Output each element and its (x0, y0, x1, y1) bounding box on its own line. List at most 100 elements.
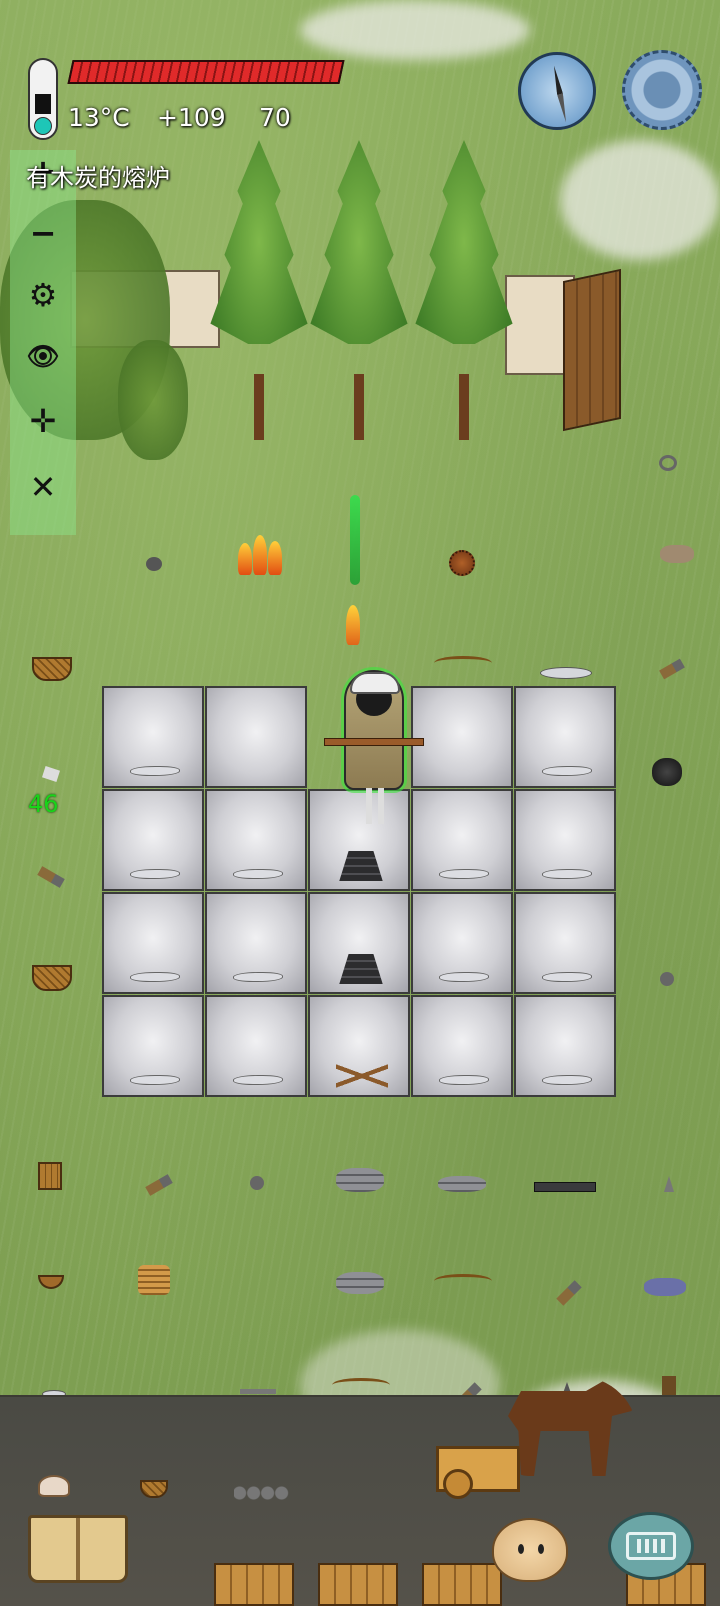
stick[interactable] (240, 1389, 276, 1394)
wooden-gate[interactable] (563, 268, 621, 432)
flint-chip (130, 1075, 180, 1085)
keyboard-icon (626, 1532, 676, 1560)
campfire[interactable] (236, 525, 284, 575)
floor-tile[interactable] (514, 789, 616, 891)
clothing[interactable] (644, 1278, 686, 1296)
flint-chip (542, 869, 592, 879)
compass-needle-icon (551, 65, 569, 123)
floor-tile[interactable] (102, 995, 204, 1097)
horse-cart[interactable] (436, 1446, 520, 1499)
floor-tile[interactable] (514, 892, 616, 994)
round-stone[interactable] (146, 557, 162, 571)
hammer[interactable] (659, 658, 685, 680)
flint-chip (542, 766, 592, 776)
floor-tile[interactable] (308, 995, 410, 1097)
thermometer-bulb (34, 117, 52, 135)
fog-patch (300, 0, 530, 60)
compass-button[interactable] (518, 52, 596, 130)
emote-button[interactable] (492, 1518, 568, 1582)
floor-tile[interactable] (411, 789, 513, 891)
emote-eye (538, 1544, 544, 1554)
iron-bar[interactable] (534, 1182, 596, 1192)
bow-drill[interactable] (434, 656, 492, 670)
stone-tip[interactable] (664, 1176, 674, 1192)
pine-tree[interactable] (305, 140, 413, 440)
keyboard-chat-button[interactable] (608, 1512, 694, 1580)
round-stone[interactable] (660, 972, 674, 986)
floor-tile[interactable] (411, 686, 513, 788)
temperature-readout: 13°C (68, 103, 130, 132)
basket[interactable] (32, 965, 72, 991)
rope-bundle[interactable] (138, 1265, 170, 1295)
zoom-out-button[interactable]: − (22, 212, 64, 254)
settings-gear-button[interactable] (622, 50, 702, 130)
pine-tree[interactable] (205, 140, 313, 440)
game-world[interactable] (0, 0, 720, 1606)
flint-chip[interactable] (540, 667, 592, 679)
held-staff (324, 738, 424, 746)
floor-tile[interactable] (411, 995, 513, 1097)
move-button[interactable]: ✛ (22, 400, 64, 442)
recipe-book-button[interactable] (28, 1515, 128, 1583)
hammer[interactable] (145, 1174, 173, 1196)
floor-tile[interactable] (205, 995, 307, 1097)
floor-tile[interactable] (102, 892, 204, 994)
flint-chip (130, 766, 180, 776)
player-character[interactable] (324, 650, 424, 830)
age-readout: 70 (259, 103, 291, 132)
view-toggle-button[interactable]: 👁 (22, 336, 64, 378)
burdock[interactable] (449, 550, 475, 576)
flint-chip (542, 972, 592, 982)
flint-chip (439, 972, 489, 982)
health-bar-fill (69, 62, 343, 82)
player-legs (366, 788, 384, 824)
fur-hat[interactable] (38, 1475, 70, 1497)
stone-pile[interactable] (660, 545, 694, 563)
close-icon: ✕ (29, 468, 57, 506)
floor-tile[interactable] (205, 892, 307, 994)
floor-tile[interactable] (411, 892, 513, 994)
thermometer-icon (28, 58, 58, 140)
close-button[interactable]: ✕ (22, 466, 64, 508)
floor-tile[interactable] (102, 789, 204, 891)
round-stones[interactable] (234, 1486, 290, 1500)
wooden-bucket[interactable] (38, 1162, 62, 1190)
stone-stack[interactable] (336, 1272, 384, 1294)
stone-stack[interactable] (336, 1168, 384, 1192)
selected-object-label: 有木炭的熔炉 (26, 164, 170, 192)
hammer[interactable] (37, 866, 65, 888)
flint-chip (233, 869, 283, 879)
storage-crate[interactable] (214, 1563, 294, 1606)
floor-tile[interactable] (205, 789, 307, 891)
stone-stack[interactable] (438, 1176, 486, 1192)
health-bar (67, 60, 345, 84)
flint-chip (439, 869, 489, 879)
basket[interactable] (32, 657, 72, 681)
storage-crate[interactable] (422, 1563, 502, 1606)
tool-settings-button[interactable]: ⚙ (22, 274, 64, 316)
item-count: 46 (28, 790, 59, 818)
flint-chip (130, 869, 180, 879)
charcoal-lump[interactable] (652, 758, 682, 786)
rope-coil[interactable] (659, 455, 677, 471)
food-bonus-readout: +109 (157, 103, 226, 132)
minus-icon: − (29, 214, 57, 252)
pine-tree[interactable] (410, 140, 518, 440)
bow-drill[interactable] (434, 1274, 492, 1288)
hammer[interactable] (556, 1280, 582, 1306)
sapling[interactable] (118, 340, 188, 460)
flint[interactable] (42, 766, 60, 782)
floor-tile[interactable] (102, 686, 204, 788)
gear-icon: ⚙ (28, 276, 58, 314)
floor-tile[interactable] (514, 686, 616, 788)
floor-tile[interactable] (205, 686, 307, 788)
floor-tile[interactable] (308, 892, 410, 994)
round-stone[interactable] (250, 1176, 264, 1190)
heat-trail (350, 495, 360, 585)
kindling (336, 1063, 388, 1089)
floor-tile[interactable] (514, 995, 616, 1097)
flint-chip (130, 972, 180, 982)
bowl[interactable] (38, 1275, 64, 1289)
bow-drill[interactable] (332, 1378, 390, 1392)
storage-crate[interactable] (318, 1563, 398, 1606)
